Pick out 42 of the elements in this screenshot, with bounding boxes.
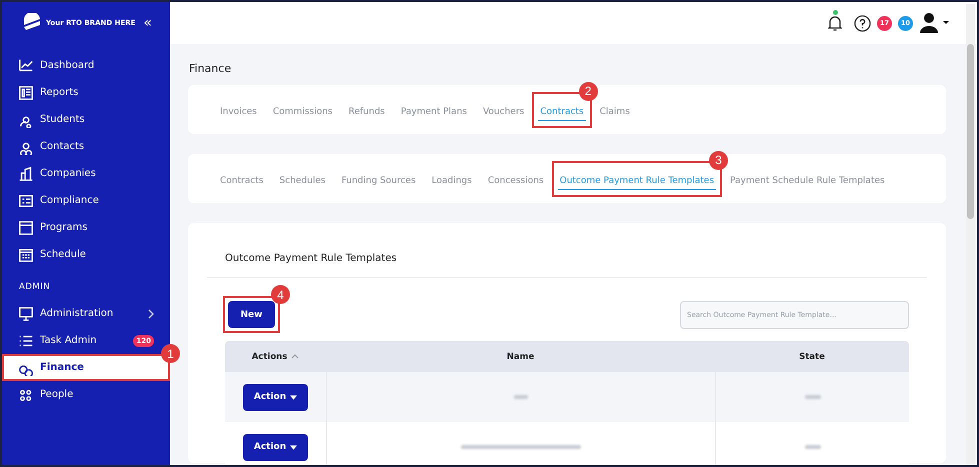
window-icon (18, 220, 34, 236)
sidebar-item[interactable]: Contacts (2, 133, 170, 160)
section-heading: ADMIN (18, 281, 52, 294)
chart-icon (18, 58, 34, 74)
action-button[interactable]: Action (243, 434, 308, 460)
page-title: Finance (189, 62, 232, 75)
step-number: 1 (161, 344, 180, 363)
monitor-icon (18, 306, 34, 322)
report-icon (18, 84, 34, 100)
sidebar-item[interactable]: Compliance (2, 187, 170, 214)
sidebar-item[interactable]: Students (2, 106, 170, 133)
sidebar-item[interactable]: People (2, 381, 170, 408)
sidebar-item[interactable]: Reports (2, 79, 170, 106)
sidebar-item[interactable]: Finance (2, 354, 170, 381)
collapse-button[interactable]: « (143, 16, 152, 30)
column-header[interactable]: State (715, 341, 909, 372)
caret-icon (290, 394, 298, 400)
action-button[interactable]: Action (243, 384, 308, 410)
column-header[interactable]: Actions (225, 341, 326, 372)
blurred-text (804, 395, 820, 399)
column-header[interactable]: Name (326, 341, 715, 372)
caret-icon (290, 444, 298, 450)
blurred-text (804, 445, 820, 449)
panel-title: Outcome Payment Rule Templates (207, 253, 927, 278)
avatar-icon[interactable] (919, 12, 949, 34)
help-icon[interactable] (854, 14, 871, 32)
checklist-icon (18, 192, 34, 208)
sidebar-item[interactable]: Dashboard (2, 52, 170, 79)
step-number: 2 (578, 82, 598, 100)
building-icon (18, 166, 34, 182)
sidebar-item[interactable]: Administration (2, 300, 170, 327)
bell-icon[interactable] (828, 14, 842, 32)
sidebar-item[interactable]: Schedule (2, 241, 170, 268)
blurred-text (514, 395, 528, 399)
calendar-icon (18, 246, 34, 262)
step-number: 3 (709, 150, 728, 170)
new-button[interactable]: New (228, 301, 275, 328)
logo-icon (22, 13, 42, 33)
step-number: 4 (271, 285, 290, 304)
scrollbar[interactable] (966, 4, 975, 465)
sidebar-item[interactable]: Companies (2, 160, 170, 187)
sidebar-item[interactable]: Programs (2, 214, 170, 241)
